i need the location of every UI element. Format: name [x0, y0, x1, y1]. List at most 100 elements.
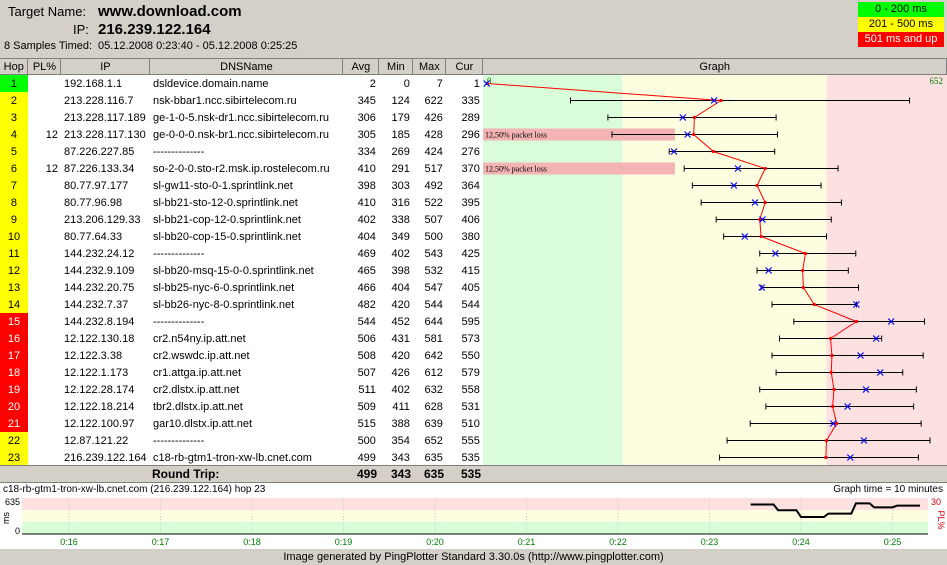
avg-cell: 465	[357, 264, 376, 277]
hop-number: 4	[0, 126, 28, 143]
dns-cell: cr2.dlstx.ip.att.net	[152, 383, 240, 396]
max-cell: 507	[424, 213, 443, 226]
ip-cell: 80.77.64.33	[63, 230, 123, 243]
ip-cell: 87.226.133.34	[63, 162, 135, 175]
pl-max-label: 30	[931, 497, 941, 507]
y-min-label: 0	[15, 526, 20, 536]
col-dnsname[interactable]: DNSName	[149, 59, 344, 75]
col-min[interactable]: Min	[378, 59, 414, 75]
min-cell: 179	[391, 111, 410, 124]
cur-cell: 595	[461, 315, 480, 328]
cur-cell: 364	[461, 179, 480, 192]
max-cell: 543	[424, 247, 443, 260]
avg-point	[831, 404, 835, 409]
avg-cell: 499	[357, 451, 376, 464]
trace-graph: 0 65212,50% packet loss12,50% packet loss	[483, 75, 947, 466]
avg-cell: 500	[357, 434, 376, 447]
ip-cell: 12.122.18.214	[63, 400, 135, 413]
cur-cell: 531	[461, 400, 480, 413]
col-graph[interactable]: Graph	[482, 59, 947, 75]
cur-cell: 579	[461, 366, 480, 379]
max-cell: 428	[424, 128, 443, 141]
avg-point	[832, 387, 836, 392]
ip-cell: 144.232.7.37	[63, 298, 129, 311]
packet-loss-cell	[28, 313, 61, 330]
avg-point	[711, 149, 716, 154]
col-ip[interactable]: IP	[60, 59, 151, 75]
dns-cell: sl-bb21-cop-12-0.sprintlink.net	[152, 213, 301, 226]
min-cell: 269	[391, 145, 410, 158]
max-cell: 522	[424, 196, 443, 209]
hop-number: 10	[0, 228, 28, 245]
cur-cell: 544	[461, 298, 480, 311]
trace-table-panel: Hop PL% IP DNSName Avg Min Max Cur Graph…	[0, 58, 947, 483]
dns-cell: sl-bb25-nyc-6-0.sprintlink.net	[152, 281, 295, 294]
col-max[interactable]: Max	[412, 59, 447, 75]
ip-label: IP:	[73, 22, 89, 37]
col-pl[interactable]: PL%	[27, 59, 62, 75]
min-cell: 338	[391, 213, 410, 226]
min-cell: 388	[391, 417, 410, 430]
ip-cell: 12.122.130.18	[63, 332, 135, 345]
avg-cell: 410	[357, 196, 376, 209]
min-cell: 124	[391, 94, 410, 107]
avg-point	[692, 132, 696, 137]
dns-cell: nsk-bbar1.ncc.sibirtelecom.ru	[152, 94, 297, 107]
hop-number: 7	[0, 177, 28, 194]
max-cell: 500	[424, 230, 443, 243]
col-cur[interactable]: Cur	[445, 59, 484, 75]
packet-loss-cell	[28, 228, 61, 245]
packet-loss-cell	[28, 109, 61, 126]
avg-cell: 508	[357, 349, 376, 362]
hop-number: 20	[0, 398, 28, 415]
hop-number: 16	[0, 330, 28, 347]
ip-cell: 144.232.24.12	[63, 247, 135, 260]
avg-point	[801, 285, 805, 290]
cur-cell: 405	[461, 281, 480, 294]
hop-number: 3	[0, 109, 28, 126]
packet-loss-cell	[28, 296, 61, 313]
hop-number: 17	[0, 347, 28, 364]
time-zone-green	[22, 522, 928, 534]
time-tick-label: 0:23	[701, 537, 719, 547]
time-tick-label: 0:17	[152, 537, 170, 547]
round-trip-avg: 499	[356, 467, 377, 481]
min-cell: 343	[391, 451, 410, 464]
col-avg[interactable]: Avg	[342, 59, 380, 75]
avg-point	[692, 115, 696, 120]
avg-point	[763, 166, 767, 171]
ip-cell: 213.206.129.33	[63, 213, 141, 226]
packet-loss-cell	[28, 381, 61, 398]
cur-cell: 380	[461, 230, 480, 243]
avg-cell: 334	[357, 145, 376, 158]
avg-cell: 509	[357, 400, 376, 413]
target-name-label: Target Name:	[8, 4, 87, 19]
cur-cell: 550	[461, 349, 480, 362]
max-cell: 622	[424, 94, 443, 107]
time-tick-label: 0:24	[792, 537, 810, 547]
ip-cell: 80.77.96.98	[63, 196, 123, 209]
time-tick-label: 0:18	[243, 537, 261, 547]
cur-cell: 370	[461, 162, 480, 175]
max-cell: 628	[424, 400, 443, 413]
ip-cell: 213.228.117.130	[63, 128, 146, 141]
packet-loss-cell	[28, 415, 61, 432]
hop-number: 23	[0, 449, 28, 466]
hop-number: 19	[0, 381, 28, 398]
packet-loss-cell	[28, 143, 61, 160]
min-cell: 185	[391, 128, 410, 141]
ip-cell: 12.87.121.22	[63, 434, 129, 447]
avg-cell: 466	[357, 281, 376, 294]
dns-cell: cr1.attga.ip.att.net	[152, 366, 242, 379]
hop-number: 18	[0, 364, 28, 381]
ip-cell: 144.232.9.109	[63, 264, 135, 277]
avg-point	[835, 421, 839, 426]
graph-time-label[interactable]: Graph time = 10 minutes	[833, 484, 943, 495]
cur-cell: 573	[461, 332, 480, 345]
max-cell: 7	[436, 77, 443, 90]
col-hop[interactable]: Hop	[0, 59, 29, 75]
hop-number: 11	[0, 245, 28, 262]
cur-cell: 289	[461, 111, 480, 124]
min-cell: 398	[391, 264, 410, 277]
hop-number: 9	[0, 211, 28, 228]
